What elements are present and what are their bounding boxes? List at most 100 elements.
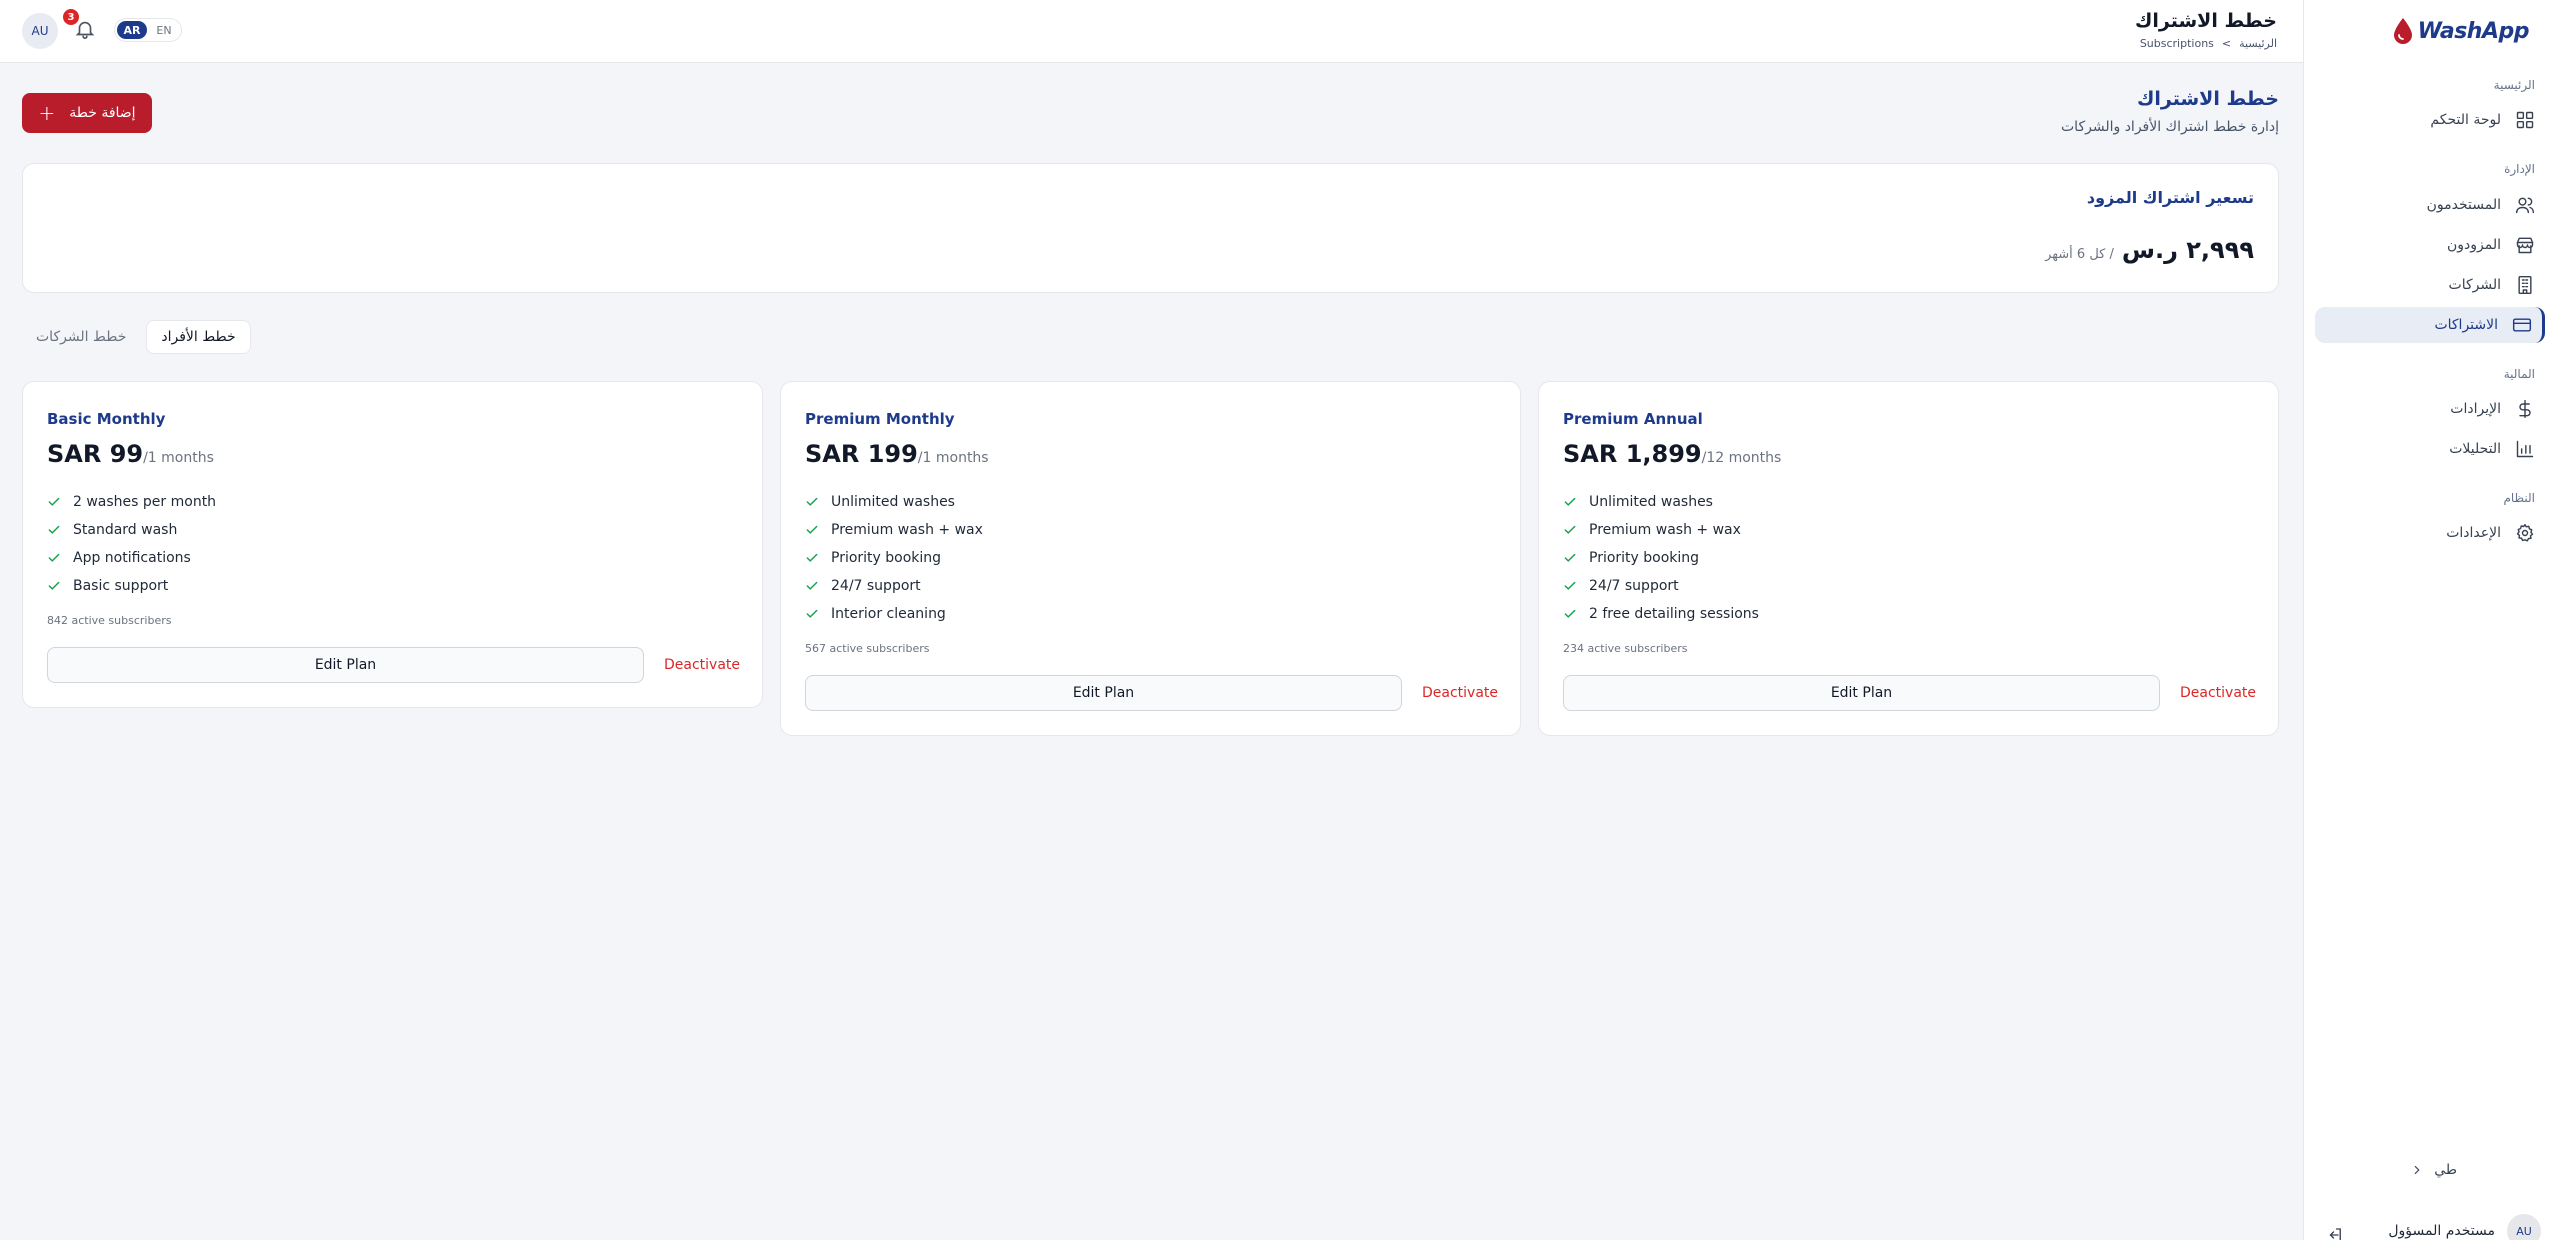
- deactivate-button[interactable]: Deactivate: [1422, 685, 1498, 701]
- chevron-left-icon: [2414, 1165, 2420, 1175]
- plan-card-basic-monthly: Basic Monthly SAR 99/1 months 2 washes p…: [22, 381, 763, 708]
- feature-label: Interior cleaning: [831, 606, 946, 622]
- lang-option-ar[interactable]: AR: [117, 21, 147, 39]
- plan-price: SAR 99/1 months: [47, 440, 738, 468]
- feature-label: Unlimited washes: [831, 494, 955, 510]
- collapse-sidebar-button[interactable]: طي: [2410, 1162, 2457, 1178]
- lang-option-en[interactable]: EN: [149, 21, 179, 39]
- sidebar-item-label: التحليلات: [2449, 441, 2501, 457]
- sidebar-item-label: الشركات: [2448, 277, 2501, 293]
- tab-company-plans[interactable]: خطط الشركات: [22, 320, 140, 354]
- feature-label: Priority booking: [831, 550, 942, 566]
- provider-pricing-period: / كل 6 أشهر: [2045, 247, 2114, 262]
- water-drop-icon: [2393, 18, 2412, 44]
- feature-list: Unlimited washes Premium wash + wax Prio…: [1563, 488, 2254, 628]
- provider-pricing-card: تسعير اشتراك المزود ٢,٩٩٩ ر.س / كل 6 أشه…: [22, 163, 2279, 293]
- sidebar-item-providers[interactable]: المزودون: [2315, 227, 2545, 263]
- edit-plan-button[interactable]: Edit Plan: [47, 647, 644, 683]
- check-icon: [1564, 497, 1576, 506]
- sidebar-item-revenue[interactable]: الإيرادات: [2315, 391, 2545, 427]
- gear-icon: [2516, 523, 2534, 542]
- check-icon: [48, 525, 60, 534]
- sidebar-item-label: الإعدادات: [2446, 525, 2501, 541]
- plus-icon: +: [38, 101, 56, 125]
- list-item: Unlimited washes: [805, 488, 1496, 516]
- plan-tabs: خطط الأفراد خطط الشركات: [22, 320, 251, 354]
- plan-price: SAR 199/1 months: [805, 440, 1496, 468]
- check-icon: [1564, 581, 1576, 590]
- language-toggle[interactable]: AR EN: [114, 18, 182, 42]
- check-icon: [806, 581, 818, 590]
- feature-label: 24/7 support: [831, 578, 921, 594]
- breadcrumb-home[interactable]: الرئيسية: [2239, 37, 2277, 50]
- plan-card-premium-annual: Premium Annual SAR 1,899/12 months Unlim…: [1538, 381, 2279, 736]
- sidebar-item-analytics[interactable]: التحليلات: [2315, 431, 2545, 467]
- deactivate-button[interactable]: Deactivate: [664, 657, 740, 673]
- plan-price: SAR 1,899/12 months: [1563, 440, 2254, 468]
- list-item: 24/7 support: [805, 572, 1496, 600]
- feature-label: Priority booking: [1589, 550, 1700, 566]
- user-profile[interactable]: AU مستخدم المسؤول: [2388, 1214, 2541, 1240]
- nav-section-home: الرئيسية: [2493, 78, 2535, 92]
- tab-individual-plans[interactable]: خطط الأفراد: [146, 320, 251, 354]
- feature-label: App notifications: [73, 550, 191, 566]
- topbar: خطط الاشتراك الرئيسية > Subscriptions AU…: [0, 0, 2303, 63]
- collapse-label: طي: [2434, 1162, 2457, 1178]
- brand-name: WashApp: [2417, 18, 2530, 44]
- feature-label: Unlimited washes: [1589, 494, 1713, 510]
- add-plan-button[interactable]: إضافة خطة +: [22, 93, 152, 133]
- sidebar-item-dashboard[interactable]: لوحة التحكم: [2315, 102, 2545, 138]
- provider-pricing-amount: ٢,٩٩٩ ر.س: [2121, 236, 2254, 264]
- add-plan-label: إضافة خطة: [69, 105, 136, 121]
- deactivate-button[interactable]: Deactivate: [2180, 685, 2256, 701]
- nav-section-finance: المالية: [2503, 367, 2535, 381]
- users-icon: [2515, 197, 2535, 214]
- notification-badge: 3: [63, 9, 79, 25]
- sidebar-item-settings[interactable]: الإعدادات: [2315, 515, 2545, 551]
- avatar[interactable]: AU: [22, 13, 58, 49]
- feature-label: 2 washes per month: [73, 494, 217, 510]
- list-item: Premium wash + wax: [805, 516, 1496, 544]
- user-name: مستخدم المسؤول: [2388, 1223, 2495, 1239]
- feature-list: Unlimited washes Premium wash + wax Prio…: [805, 488, 1496, 628]
- check-icon: [48, 553, 60, 562]
- feature-label: 2 free detailing sessions: [1589, 606, 1759, 622]
- list-item: App notifications: [47, 544, 738, 572]
- avatar: AU: [2507, 1214, 2541, 1240]
- subscriber-count: 567 active subscribers: [805, 642, 930, 655]
- plan-card-premium-monthly: Premium Monthly SAR 199/1 months Unlimit…: [780, 381, 1521, 736]
- edit-plan-button[interactable]: Edit Plan: [1563, 675, 2160, 711]
- breadcrumb-current: Subscriptions: [2139, 37, 2214, 50]
- feature-label: Premium wash + wax: [1589, 522, 1741, 538]
- plan-price-period: /1 months: [143, 450, 214, 466]
- list-item: 24/7 support: [1563, 572, 2254, 600]
- sidebar-item-label: الإيرادات: [2450, 401, 2501, 417]
- card-icon: [2512, 318, 2532, 332]
- list-item: Interior cleaning: [805, 600, 1496, 628]
- plan-name: Premium Monthly: [805, 410, 955, 428]
- plan-actions: Edit Plan Deactivate: [1563, 675, 2256, 711]
- sidebar-item-label: لوحة التحكم: [2430, 112, 2501, 128]
- feature-label: 24/7 support: [1589, 578, 1679, 594]
- sidebar-item-users[interactable]: المستخدمون: [2315, 187, 2545, 223]
- breadcrumb: الرئيسية > Subscriptions: [2140, 37, 2277, 50]
- sidebar-item-subscriptions[interactable]: الاشتراكات: [2315, 307, 2545, 343]
- sidebar-item-companies[interactable]: الشركات: [2315, 267, 2545, 303]
- page-subtitle: إدارة خطط اشتراك الأفراد والشركات: [2061, 119, 2279, 135]
- plan-price-period: /1 months: [917, 450, 989, 466]
- check-icon: [806, 609, 818, 618]
- plan-price-amount: SAR 99: [47, 440, 144, 468]
- list-item: Priority booking: [805, 544, 1496, 572]
- plan-actions: Edit Plan Deactivate: [47, 647, 740, 683]
- logout-icon[interactable]: [2326, 1226, 2344, 1240]
- edit-plan-button[interactable]: Edit Plan: [805, 675, 1402, 711]
- check-icon: [1564, 553, 1576, 562]
- list-item: 2 free detailing sessions: [1563, 600, 2254, 628]
- check-icon: [48, 497, 60, 506]
- sidebar-item-label: الاشتراكات: [2434, 317, 2498, 333]
- check-icon: [48, 581, 60, 590]
- plan-price-amount: SAR 1,899: [1563, 440, 1702, 468]
- feature-label: Basic support: [73, 578, 169, 594]
- brand-logo[interactable]: WashApp: [2392, 12, 2530, 50]
- list-item: Priority booking: [1563, 544, 2254, 572]
